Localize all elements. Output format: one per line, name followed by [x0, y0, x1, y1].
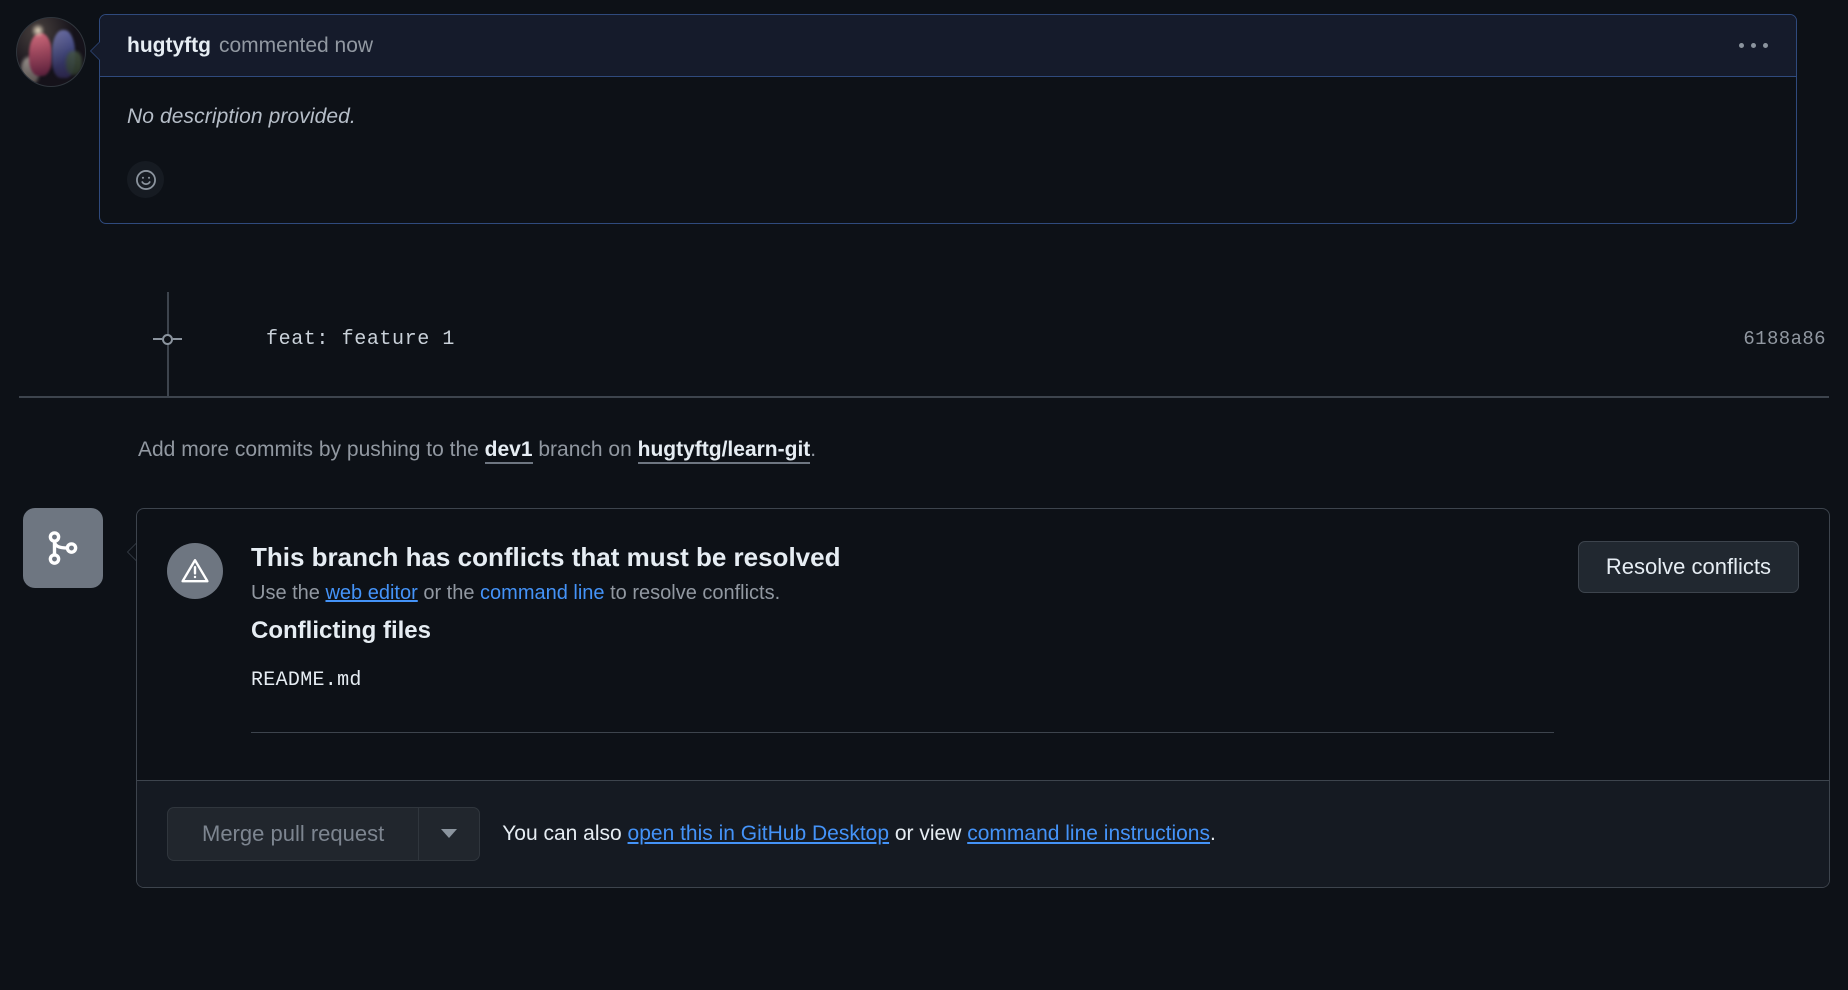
comment-body: No description provided. — [100, 77, 1796, 223]
resolve-conflicts-button[interactable]: Resolve conflicts — [1577, 541, 1799, 593]
comment-block: hugtyftg commented now No description pr… — [0, 14, 1848, 224]
comment-bubble-tail-fill — [91, 42, 100, 60]
commit-message[interactable]: feat: feature 1 — [266, 328, 455, 351]
section-divider — [19, 396, 1829, 398]
comment-text: No description provided. — [127, 105, 356, 128]
conflict-subtitle: Use the web editor or the command line t… — [251, 582, 1554, 605]
open-in-github-desktop-link[interactable]: open this in GitHub Desktop — [628, 822, 889, 845]
conflict-panel: This branch has conflicts that must be r… — [136, 508, 1830, 888]
chevron-down-icon — [441, 829, 458, 838]
conflict-text-block: This branch has conflicts that must be r… — [251, 541, 1554, 733]
conflicting-file-item: README.md — [251, 668, 362, 692]
push-hint: Add more commits by pushing to the dev1 … — [138, 438, 817, 464]
commit-node-icon — [153, 329, 183, 349]
merge-pull-request-button[interactable]: Merge pull request — [167, 806, 419, 861]
conflicting-files-heading: Conflicting files — [251, 616, 431, 644]
avatar[interactable] — [17, 18, 85, 86]
alert-triangle-icon — [167, 543, 223, 599]
commit-node-dot — [162, 333, 173, 345]
kebab-dot — [1763, 43, 1768, 48]
footer-text-prefix: You can also — [502, 821, 628, 845]
add-reaction-button[interactable] — [127, 161, 164, 198]
push-hint-middle: branch on — [532, 438, 638, 461]
commit-node-bar-left — [153, 338, 162, 340]
merge-footer: Merge pull request You can also open thi… — [137, 779, 1829, 887]
comment-header: hugtyftg commented now — [100, 15, 1796, 77]
conflict-sub-prefix: Use the — [251, 581, 326, 604]
push-hint-repo[interactable]: hugtyftg/learn-git — [637, 438, 811, 464]
command-line-instructions-link[interactable]: command line instructions — [967, 822, 1210, 845]
comment-author[interactable]: hugtyftg — [127, 34, 211, 58]
web-editor-link[interactable]: web editor — [325, 582, 417, 604]
commit-node-bar-right — [173, 338, 182, 340]
conflict-title: This branch has conflicts that must be r… — [251, 542, 841, 572]
avatar-art-layer — [17, 18, 85, 86]
kebab-horizontal-icon[interactable] — [1733, 35, 1774, 56]
push-hint-prefix: Add more commits by pushing to the — [138, 438, 485, 461]
push-hint-suffix: . — [810, 438, 817, 461]
commit-sha[interactable]: 6188a86 — [1743, 328, 1826, 350]
smiley-icon — [135, 169, 157, 191]
conflict-inner-divider — [251, 731, 1554, 733]
conflict-sub-suffix: to resolve conflicts. — [604, 581, 781, 604]
git-branch-icon — [23, 508, 103, 588]
conflict-main: This branch has conflicts that must be r… — [137, 509, 1829, 733]
push-hint-branch[interactable]: dev1 — [484, 438, 533, 464]
merge-dropdown-button[interactable] — [418, 806, 481, 861]
comment-timestamp: commented now — [218, 33, 374, 57]
comment-bubble: hugtyftg commented now No description pr… — [99, 14, 1797, 224]
kebab-dot — [1751, 43, 1756, 48]
merge-footer-text: You can also open this in GitHub Desktop… — [502, 822, 1216, 846]
command-line-link[interactable]: command line — [480, 582, 605, 604]
conflict-sub-middle: or the — [417, 581, 481, 604]
footer-text-suffix: . — [1210, 821, 1216, 845]
kebab-dot — [1739, 43, 1744, 48]
comment-bubble-wrapper: hugtyftg commented now No description pr… — [90, 14, 1797, 224]
footer-text-middle: or view — [889, 821, 968, 845]
commit-row: feat: feature 1 6188a86 — [0, 310, 1848, 368]
merge-button-group: Merge pull request — [167, 806, 481, 861]
